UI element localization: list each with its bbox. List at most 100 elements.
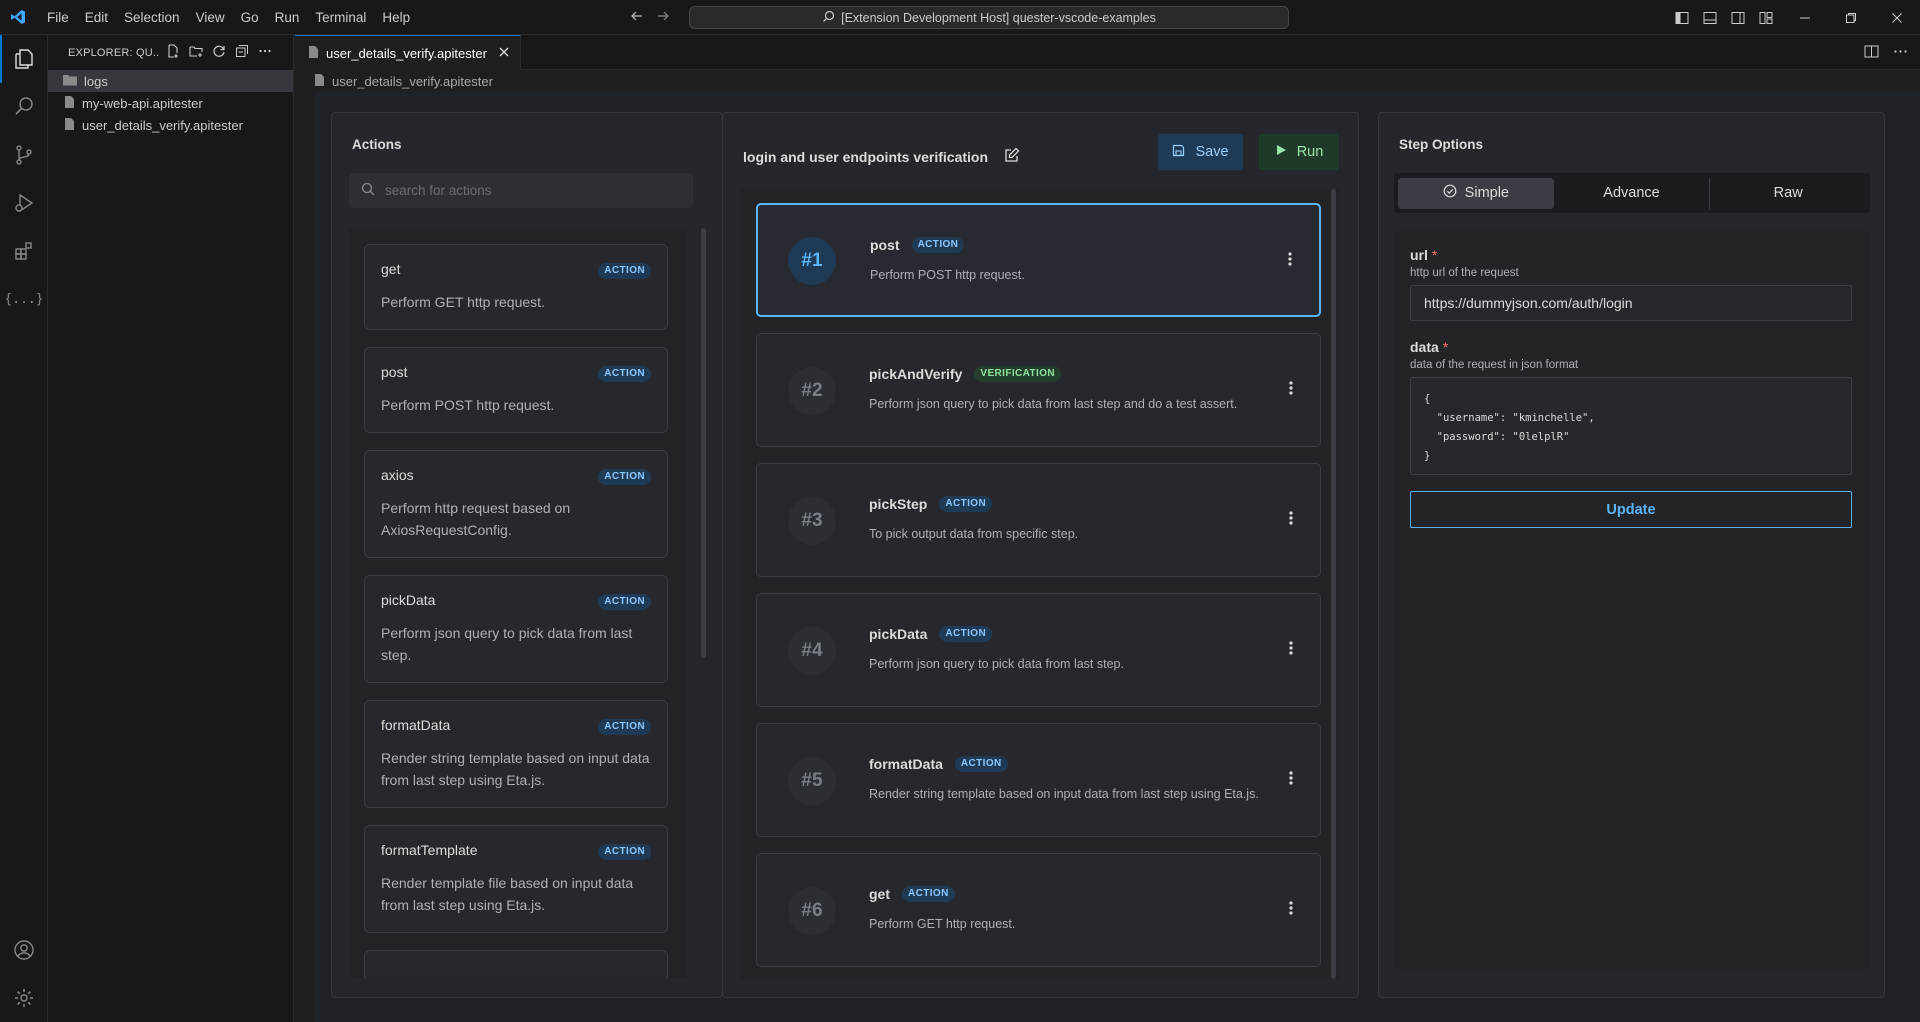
actions-title: Actions: [352, 137, 402, 152]
tab-raw[interactable]: Raw: [1710, 178, 1866, 209]
step-number: #4: [788, 627, 836, 675]
action-card-partial[interactable]: [364, 950, 668, 978]
file-icon: [62, 117, 76, 134]
search-view-icon[interactable]: [0, 83, 48, 131]
explorer-icon[interactable]: [0, 35, 48, 83]
toggle-primary-sidebar-icon[interactable]: [1670, 0, 1694, 35]
step-options-form: url * http url of the request https://dum…: [1394, 231, 1870, 969]
step-title: pickStep ACTION: [869, 496, 993, 512]
tab-label: user_details_verify.apitester: [326, 45, 487, 61]
step-name: pickAndVerify: [869, 366, 963, 382]
run-debug-icon[interactable]: [0, 179, 48, 227]
refresh-icon[interactable]: [212, 44, 226, 61]
action-card-pickdata[interactable]: pickData ACTION Perform json query to pi…: [364, 575, 668, 683]
menu-view[interactable]: View: [188, 0, 233, 35]
step-name: get: [869, 886, 890, 902]
kebab-menu-icon[interactable]: [1288, 251, 1292, 270]
step-card-1[interactable]: #1 post ACTION Perform POST http request…: [756, 203, 1321, 317]
collapse-all-icon[interactable]: [235, 44, 249, 61]
tree-item-my-web-api[interactable]: my-web-api.apitester: [48, 92, 293, 114]
vscode-logo-icon: [0, 0, 35, 35]
command-center[interactable]: [Extension Development Host] quester-vsc…: [689, 6, 1289, 29]
update-button[interactable]: Update: [1410, 491, 1852, 528]
customize-layout-icon[interactable]: [1754, 0, 1778, 35]
data-json-editor[interactable]: { "username": "kminchelle", "password": …: [1410, 377, 1852, 475]
activity-bar: {...}: [0, 35, 48, 1022]
tab-advance[interactable]: Advance: [1554, 177, 1711, 209]
file-icon: [62, 95, 76, 112]
menu-bar: File Edit Selection View Go Run Terminal…: [39, 0, 418, 35]
restore-icon[interactable]: [1828, 0, 1874, 35]
action-card-get[interactable]: get ACTION Perform GET http request.: [364, 244, 668, 330]
close-window-icon[interactable]: [1874, 0, 1920, 35]
explorer-sidebar: EXPLORER: QU... logs my-web-api.apiteste…: [48, 35, 294, 1022]
tab-simple[interactable]: Simple: [1398, 177, 1554, 209]
action-card-post[interactable]: post ACTION Perform POST http request.: [364, 347, 668, 433]
step-title: pickData ACTION: [869, 626, 993, 642]
menu-terminal[interactable]: Terminal: [307, 0, 374, 35]
run-button[interactable]: Run: [1259, 134, 1339, 170]
tab-label: Advance: [1603, 185, 1660, 201]
menu-edit[interactable]: Edit: [77, 0, 116, 35]
close-tab-icon[interactable]: [498, 46, 510, 61]
tab-user-details-verify[interactable]: user_details_verify.apitester: [295, 35, 521, 70]
edit-icon[interactable]: [1004, 147, 1020, 166]
step-badge: ACTION: [911, 237, 965, 253]
toggle-panel-icon[interactable]: [1698, 0, 1722, 35]
save-icon: [1172, 144, 1185, 161]
step-number: #3: [788, 497, 836, 545]
toggle-secondary-sidebar-icon[interactable]: [1726, 0, 1750, 35]
menu-selection[interactable]: Selection: [116, 0, 188, 35]
check-circle-icon: [1443, 184, 1457, 202]
kebab-menu-icon[interactable]: [1289, 770, 1293, 789]
kebab-menu-icon[interactable]: [1289, 640, 1293, 659]
action-card-formattemplate[interactable]: formatTemplate ACTION Render template fi…: [364, 825, 668, 933]
minimize-icon[interactable]: [1782, 0, 1828, 35]
step-desc: Perform POST http request.: [870, 268, 1025, 282]
menu-go[interactable]: Go: [233, 0, 267, 35]
back-arrow-icon[interactable]: [630, 9, 644, 26]
step-card-2[interactable]: #2 pickAndVerify VERIFICATION Perform js…: [756, 333, 1321, 447]
actions-search-input[interactable]: search for actions: [349, 173, 693, 208]
menu-run[interactable]: Run: [267, 0, 308, 35]
step-card-5[interactable]: #5 formatData ACTION Render string templ…: [756, 723, 1321, 837]
tree-item-label: my-web-api.apitester: [82, 95, 203, 111]
kebab-menu-icon[interactable]: [1289, 380, 1293, 399]
source-control-icon[interactable]: [0, 131, 48, 179]
steps-scrollbar[interactable]: [1331, 189, 1336, 979]
tree-item-logs[interactable]: logs: [48, 70, 293, 92]
step-name: pickStep: [869, 496, 928, 512]
flow-title: login and user endpoints verification: [743, 147, 1020, 166]
step-number: #6: [788, 887, 836, 935]
nav-arrows: [630, 0, 670, 35]
action-card-axios[interactable]: axios ACTION Perform http request based …: [364, 450, 668, 558]
menu-file[interactable]: File: [39, 0, 77, 35]
more-actions-icon[interactable]: [1893, 44, 1908, 62]
actions-scrollbar[interactable]: [701, 228, 706, 658]
activity-bottom: [0, 926, 48, 1022]
flow-title-text: login and user endpoints verification: [743, 148, 989, 165]
forward-arrow-icon[interactable]: [656, 9, 670, 26]
search-icon: [822, 10, 835, 26]
more-actions-icon[interactable]: [258, 44, 272, 61]
kebab-menu-icon[interactable]: [1289, 900, 1293, 919]
step-card-4[interactable]: #4 pickData ACTION Perform json query to…: [756, 593, 1321, 707]
account-icon[interactable]: [0, 926, 48, 974]
breadcrumb-item[interactable]: user_details_verify.apitester: [332, 74, 493, 89]
command-center-label: [Extension Development Host] quester-vsc…: [841, 10, 1156, 25]
kebab-menu-icon[interactable]: [1289, 510, 1293, 529]
tree-item-user-details-verify[interactable]: user_details_verify.apitester: [48, 114, 293, 136]
step-card-3[interactable]: #3 pickStep ACTION To pick output data f…: [756, 463, 1321, 577]
action-card-formatdata[interactable]: formatData ACTION Render string template…: [364, 700, 668, 808]
menu-help[interactable]: Help: [374, 0, 418, 35]
json-braces-icon[interactable]: {...}: [0, 275, 48, 323]
save-button[interactable]: Save: [1158, 134, 1243, 170]
step-card-6[interactable]: #6 get ACTION Perform GET http request.: [756, 853, 1321, 967]
extensions-icon[interactable]: [0, 227, 48, 275]
url-input[interactable]: https://dummyjson.com/auth/login: [1410, 285, 1852, 321]
new-file-icon[interactable]: [166, 44, 180, 61]
split-editor-icon[interactable]: [1864, 44, 1879, 62]
new-folder-icon[interactable]: [189, 44, 203, 61]
breadcrumb: user_details_verify.apitester: [295, 70, 1920, 92]
settings-gear-icon[interactable]: [0, 974, 48, 1022]
